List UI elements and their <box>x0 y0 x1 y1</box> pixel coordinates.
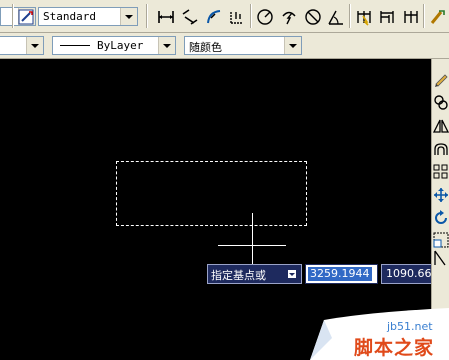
linetype-value: ByLayer <box>97 39 144 52</box>
ordinate-dimension-icon[interactable] <box>228 8 246 26</box>
linear-dimension-icon[interactable] <box>157 8 175 26</box>
chevron-down-icon[interactable] <box>120 8 137 25</box>
quick-dimension-icon[interactable] <box>355 8 373 26</box>
jogged-dimension-icon[interactable] <box>280 8 298 26</box>
text-style-value: Standard <box>43 10 96 23</box>
chevron-down-icon[interactable] <box>284 37 301 54</box>
pencil-icon[interactable] <box>433 71 449 87</box>
selection-window <box>116 161 307 226</box>
mirror-icon[interactable] <box>433 118 449 134</box>
rotate-icon[interactable] <box>433 210 449 226</box>
crosshair-horizontal <box>218 245 286 246</box>
x-coordinate-value: 3259.1944 <box>308 267 372 281</box>
move-icon[interactable] <box>433 187 449 203</box>
x-coordinate-input[interactable]: 3259.1944 <box>305 264 378 284</box>
radius-dimension-icon[interactable] <box>256 8 274 26</box>
stretch-icon[interactable] <box>433 250 449 266</box>
separator <box>349 4 351 28</box>
prompt-label: 指定基点或 <box>211 269 266 282</box>
separator <box>146 4 148 28</box>
linetype-preview <box>60 45 90 46</box>
properties-toolbar: ByLayer 随颜色 <box>0 33 449 59</box>
separator <box>12 4 14 28</box>
offset-icon[interactable] <box>433 141 449 157</box>
text-style-icon[interactable] <box>18 8 36 26</box>
dynamic-input-prompt: 指定基点或 <box>207 264 302 284</box>
separator <box>250 4 252 28</box>
copy-icon[interactable] <box>433 94 449 110</box>
arc-length-icon[interactable] <box>205 8 223 26</box>
watermark-site: jb51.net <box>387 320 433 333</box>
text-style-combo[interactable]: Standard <box>38 7 138 26</box>
dimension-style-icon[interactable] <box>429 8 447 26</box>
diameter-dimension-icon[interactable] <box>304 8 322 26</box>
array-icon[interactable] <box>433 164 449 180</box>
color-combo[interactable] <box>0 36 44 55</box>
lineweight-value: 随颜色 <box>189 41 222 54</box>
aligned-dimension-icon[interactable] <box>181 8 199 26</box>
angular-dimension-icon[interactable] <box>327 8 345 26</box>
separator <box>423 4 425 28</box>
continue-dimension-icon[interactable] <box>402 8 420 26</box>
scale-icon[interactable] <box>433 232 449 248</box>
lineweight-combo[interactable]: 随颜色 <box>184 36 302 55</box>
options-dropdown-icon[interactable] <box>287 269 297 279</box>
chevron-down-icon[interactable] <box>26 37 43 54</box>
linetype-combo[interactable]: ByLayer <box>52 36 176 55</box>
baseline-dimension-icon[interactable] <box>378 8 396 26</box>
chevron-down-icon[interactable] <box>158 37 175 54</box>
watermark-name: 脚本之家 <box>354 337 435 359</box>
dimension-toolbar: Standard <box>0 0 449 33</box>
